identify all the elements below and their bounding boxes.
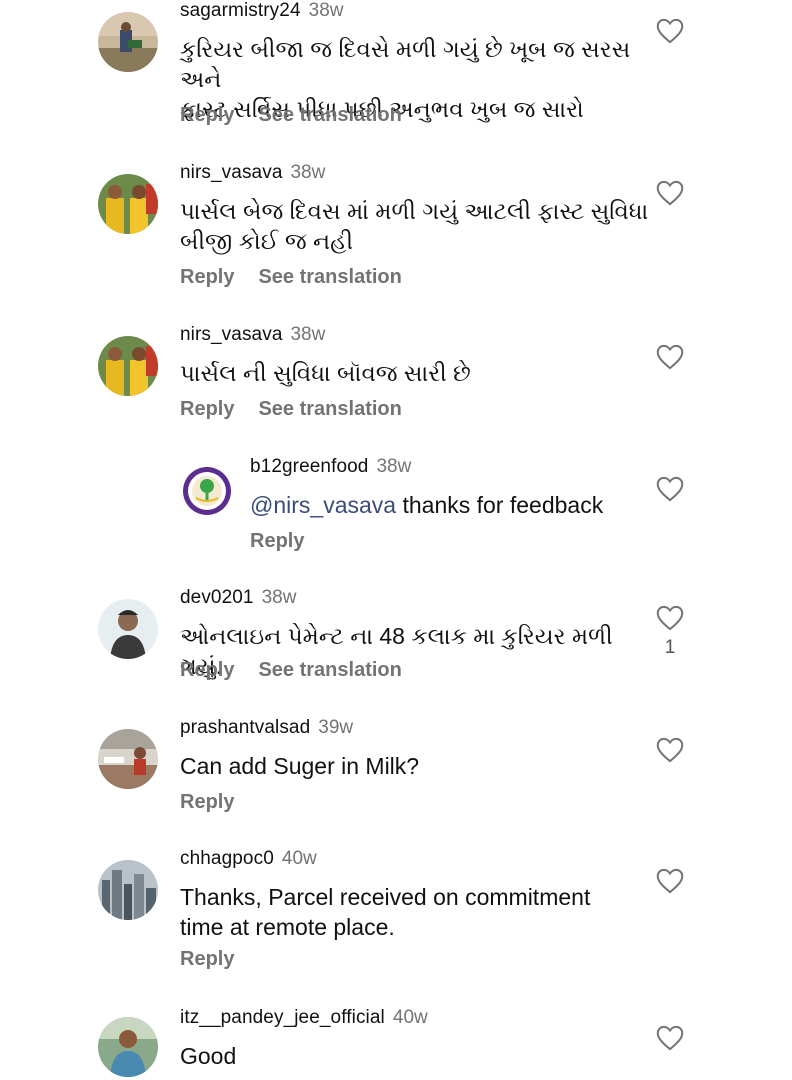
reply-button[interactable]: Reply xyxy=(180,948,234,970)
reply-button[interactable]: Reply xyxy=(180,398,234,420)
comment-age: 38w xyxy=(261,587,297,608)
comment-age: 40w xyxy=(281,848,317,869)
like-count: 1 xyxy=(664,637,676,658)
brand-logo-avatar[interactable] xyxy=(182,466,232,516)
heart-icon[interactable] xyxy=(656,737,684,763)
comment-text: Can add Suger in Milk? xyxy=(180,753,420,779)
comment-text: @nirs_vasava thanks for feedback xyxy=(250,492,604,518)
reply-button[interactable]: Reply xyxy=(250,530,304,552)
reply-button[interactable]: Reply xyxy=(180,659,234,681)
avatar[interactable] xyxy=(98,12,158,72)
see-translation-button[interactable]: See translation xyxy=(258,659,401,681)
reply-button[interactable]: Reply xyxy=(180,104,234,126)
avatar[interactable] xyxy=(98,729,158,789)
reply-button[interactable]: Reply xyxy=(180,791,234,813)
comment-age: 40w xyxy=(392,1007,428,1028)
comment-username[interactable]: itz__pandey_jee_official xyxy=(180,1007,385,1028)
comment-username[interactable]: sagarmistry24 xyxy=(180,0,301,21)
heart-icon[interactable] xyxy=(656,180,684,206)
comment-text: Thanks, Parcel received on commitment ti… xyxy=(180,884,591,940)
comment-username[interactable]: nirs_vasava xyxy=(180,162,282,183)
heart-icon[interactable] xyxy=(656,1025,684,1051)
comment-text: પાર્સલ ની સુવિધા બૉવજ સારી છે xyxy=(180,360,471,386)
avatar[interactable] xyxy=(98,174,158,234)
avatar[interactable] xyxy=(98,1017,158,1077)
comment-username[interactable]: chhagpoc0 xyxy=(180,848,274,869)
avatar[interactable] xyxy=(98,860,158,920)
heart-icon[interactable] xyxy=(656,344,684,370)
comment-username[interactable]: nirs_vasava xyxy=(180,324,282,345)
comment-age: 38w xyxy=(290,162,326,183)
comment-username[interactable]: b12greenfood xyxy=(250,456,368,477)
avatar[interactable] xyxy=(98,336,158,396)
comment-age: 39w xyxy=(318,717,354,738)
see-translation-button[interactable]: See translation xyxy=(258,398,401,420)
heart-icon[interactable] xyxy=(656,476,684,502)
reply-button[interactable]: Reply xyxy=(180,266,234,288)
heart-icon[interactable] xyxy=(656,18,684,44)
see-translation-button[interactable]: See translation xyxy=(258,266,401,288)
avatar[interactable] xyxy=(98,599,158,659)
comment-age: 38w xyxy=(290,324,326,345)
comment-age: 38w xyxy=(376,456,412,477)
heart-icon[interactable] xyxy=(656,868,684,894)
mention-link[interactable]: @nirs_vasava xyxy=(250,492,396,518)
comment-username[interactable]: prashantvalsad xyxy=(180,717,310,738)
comment-text: પાર્સલ બેજ દિવસ માં મળી ગયું આટલી ફાસ્ટ … xyxy=(180,198,649,254)
heart-icon[interactable] xyxy=(656,605,684,631)
comment-age: 38w xyxy=(308,0,344,21)
comment-text: Good xyxy=(180,1043,237,1069)
comment-username[interactable]: dev0201 xyxy=(180,587,254,608)
see-translation-button[interactable]: See translation xyxy=(258,104,401,126)
